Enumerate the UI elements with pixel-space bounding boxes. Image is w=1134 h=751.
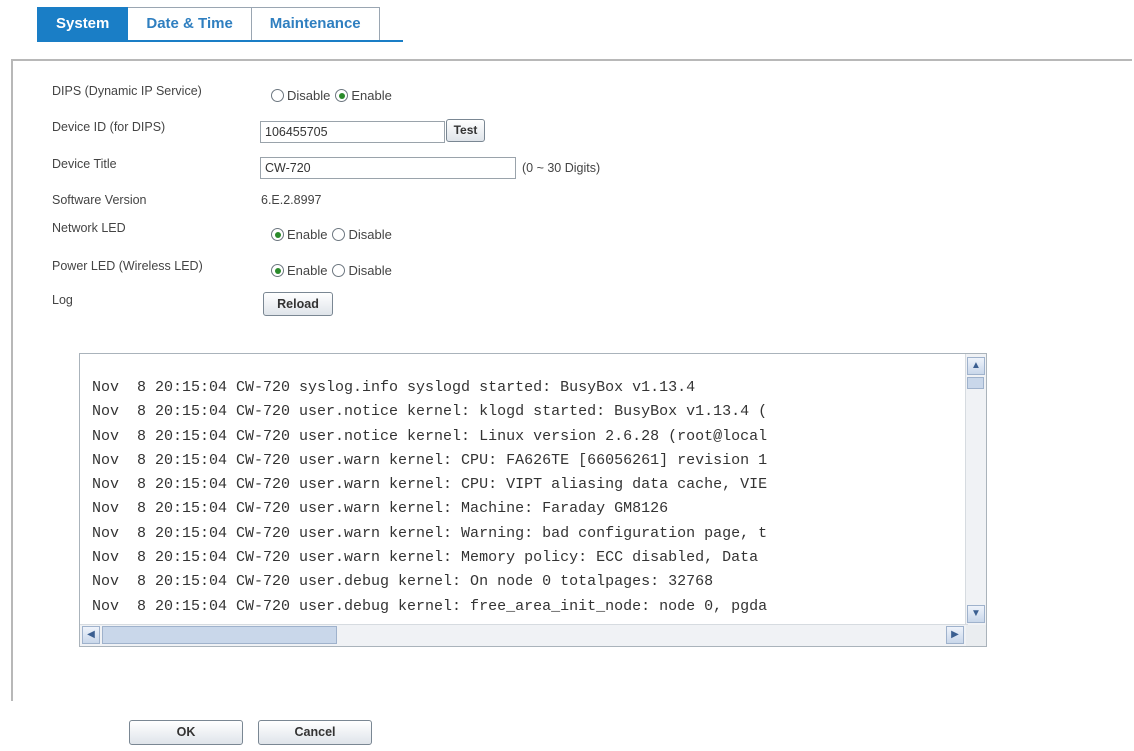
power-led-disable-label: Disable — [348, 263, 392, 278]
power-led-label: Power LED (Wireless LED) — [52, 259, 203, 273]
log-line: Nov 8 20:15:04 CW-720 user.notice kernel… — [92, 427, 768, 445]
dips-enable-radio[interactable] — [335, 89, 349, 102]
power-led-enable-radio[interactable] — [271, 264, 284, 277]
log-line: Nov 8 20:15:04 CW-720 user.debug kernel:… — [92, 573, 714, 591]
log-label: Log — [52, 293, 73, 307]
device-title-input[interactable] — [260, 157, 516, 179]
scroll-left-icon[interactable]: ◀ — [82, 626, 100, 644]
network-led-radio-group: Enable Disable — [271, 227, 397, 242]
power-led-disable-radio[interactable] — [332, 264, 346, 277]
ok-button[interactable]: OK — [129, 720, 243, 745]
network-led-disable-radio[interactable] — [332, 228, 346, 241]
scroll-up-icon[interactable]: ▲ — [967, 357, 985, 375]
dips-disable-label: Disable — [287, 88, 331, 103]
device-title-hint: (0 ~ 30 Digits) — [522, 161, 601, 175]
log-line: Nov 8 20:15:04 CW-720 user.notice kernel… — [92, 403, 768, 421]
log-content: Nov 8 20:15:04 CW-720 syslog.info syslog… — [92, 376, 962, 624]
reload-button[interactable]: Reload — [263, 292, 333, 316]
log-line: Nov 8 20:15:04 CW-720 user.debug kernel:… — [92, 597, 768, 615]
dips-radio-group: Disable Enable — [271, 88, 397, 103]
log-line: Nov 8 20:15:04 CW-720 syslog.info syslog… — [92, 379, 696, 396]
horizontal-scroll-thumb[interactable] — [102, 626, 337, 644]
log-line: Nov 8 20:15:04 CW-720 user.warn kernel: … — [92, 524, 768, 542]
tab-date-time[interactable]: Date & Time — [128, 7, 252, 41]
dips-label: DIPS (Dynamic IP Service) — [52, 84, 202, 98]
horizontal-scrollbar[interactable]: ◀ ▶ — [80, 624, 968, 646]
tab-maintenance[interactable]: Maintenance — [251, 7, 380, 41]
network-led-disable-label: Disable — [348, 227, 392, 242]
scroll-down-icon[interactable]: ▼ — [967, 605, 985, 623]
test-button[interactable]: Test — [446, 119, 485, 142]
power-led-enable-label: Enable — [287, 263, 328, 278]
tab-underline — [37, 40, 403, 42]
dips-enable-label: Enable — [351, 88, 392, 103]
tab-system[interactable]: System — [37, 7, 129, 41]
vertical-scroll-thumb[interactable] — [967, 377, 984, 389]
log-line: Nov 8 20:15:04 CW-720 user.warn kernel: … — [92, 500, 669, 518]
power-led-radio-group: Enable Disable — [271, 263, 397, 278]
log-line: Nov 8 20:15:04 CW-720 user.warn kernel: … — [92, 451, 768, 469]
software-version-label: Software Version — [52, 193, 147, 207]
network-led-enable-label: Enable — [287, 227, 328, 242]
device-title-label: Device Title — [52, 157, 117, 171]
tab-bar: System Date & Time Maintenance — [37, 7, 380, 41]
cancel-button[interactable]: Cancel — [258, 720, 372, 745]
log-line: Nov 8 20:15:04 CW-720 user.warn kernel: … — [92, 549, 759, 567]
log-textarea[interactable]: Nov 8 20:15:04 CW-720 syslog.info syslog… — [79, 353, 987, 647]
device-id-input[interactable] — [260, 121, 445, 143]
scrollbar-corner — [966, 625, 986, 646]
device-id-label: Device ID (for DIPS) — [52, 120, 166, 134]
software-version-value: 6.E.2.8997 — [261, 193, 322, 207]
scroll-right-icon[interactable]: ▶ — [946, 626, 964, 644]
network-led-enable-radio[interactable] — [271, 228, 284, 241]
dips-disable-radio[interactable] — [271, 89, 284, 102]
log-line: Nov 8 20:15:04 CW-720 user.warn kernel: … — [92, 476, 768, 494]
network-led-label: Network LED — [52, 221, 126, 235]
vertical-scrollbar[interactable]: ▲ ▼ — [965, 354, 986, 626]
